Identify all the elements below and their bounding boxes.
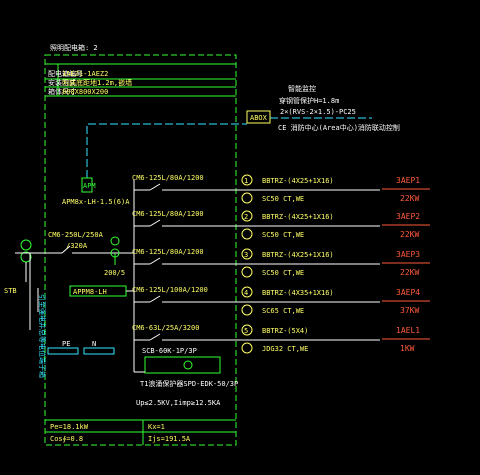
- circuit-note-icon: [241, 304, 253, 316]
- circuit-note: JDG32 CT,WE: [262, 345, 308, 353]
- footer-right: Ijs=191.5A: [148, 435, 191, 443]
- circuit-cable: BBTRZ-(4X25+1X16): [262, 213, 334, 221]
- terminal-label: APPM8-LH: [73, 288, 107, 296]
- footer-left: Cos∮=0.8: [50, 435, 83, 443]
- row-value: 800X800X200: [62, 88, 108, 96]
- spd-icon: [183, 360, 193, 370]
- circuit-tag: 3AEP2: [396, 212, 420, 221]
- circuit-breaker-switch: [149, 183, 161, 191]
- circuit-breaker-switch: [149, 257, 161, 265]
- footer-right: Kx=1: [148, 423, 165, 431]
- circuit-cable: BBTRZ-(4X25+1X16): [262, 177, 334, 185]
- row-value: 明装底距地1.2m,嵌墙: [62, 78, 132, 87]
- circuit-breaker: CM6-125L/100A/1200: [132, 286, 208, 294]
- circuit-kw: 37KW: [400, 306, 419, 315]
- spd-box: [144, 356, 221, 374]
- circuit-number: 4: [244, 289, 248, 297]
- meter-model: APM8x-LH-1.5(6)A: [62, 198, 130, 206]
- circuit-kw: 22KW: [400, 230, 419, 239]
- spd-spec: Up≤2.5KV,Iimp≥12.5KA: [136, 399, 221, 407]
- pe-label: PE: [62, 340, 70, 348]
- circuit-kw: 22KW: [400, 268, 419, 277]
- ct-icon: [110, 236, 120, 246]
- circuit-note: SC50 CT,WE: [262, 269, 304, 277]
- circuit-breaker: CM6-63L/25A/3200: [132, 324, 199, 332]
- n-busbar: [83, 347, 115, 355]
- ct-label: 200/5: [104, 269, 125, 277]
- stb-label: STB: [4, 287, 17, 295]
- panel-title: 照明配电箱: 2: [50, 43, 98, 52]
- circuit-breaker-switch: [149, 219, 161, 227]
- circuit-note-icon: [241, 228, 253, 240]
- circuit-cable: BBTRZ-(4X35+1X16): [262, 289, 334, 297]
- main-breaker-setting: /320A: [66, 242, 88, 250]
- spd-breaker: SCB-60K-1P/3P: [142, 347, 197, 355]
- circuit-tag: 3AEP4: [396, 288, 420, 297]
- circuit-breaker: CM6-125L/80A/1200: [132, 174, 204, 182]
- comm-line2: 2×(RVS-2×1.5)-PC25: [280, 108, 356, 116]
- circuit-number: 5: [244, 327, 248, 335]
- circuit-group: CM6-125L/80A/1200 1 BBTRZ-(4X25+1X16) SC50 …: [132, 174, 430, 354]
- main-breaker-label: CM6-250L/250A: [48, 231, 104, 239]
- circuit-kw: 1KW: [400, 344, 415, 353]
- comm-title: 智能监控: [288, 84, 316, 93]
- abox-label: ABOX: [250, 114, 268, 122]
- circuit-breaker: CM6-125L/80A/1200: [132, 210, 204, 218]
- circuit-note: SC50 CT,WE: [262, 195, 304, 203]
- circuit-breaker: CM6-125L/80A/1200: [132, 248, 204, 256]
- incoming-node-icon: [20, 239, 32, 251]
- grounding-label: 引至强电井总等电位端子箱: [38, 294, 47, 378]
- comm-line: [86, 123, 247, 178]
- circuit-tag: 3AEP3: [396, 250, 420, 259]
- circuit-note: SC65 CT,WE: [262, 307, 304, 315]
- circuit-cable: BBTRZ-(5X4): [262, 327, 308, 335]
- row-value: 1AEZ1-1AEZ2: [62, 70, 108, 78]
- circuit-note-icon: [241, 342, 253, 354]
- spd-model: T1浪涌保护器SPD-EDK-50/3P: [140, 379, 238, 388]
- circuit-tag: 1AEL1: [396, 326, 420, 335]
- circuit-note-icon: [241, 266, 253, 278]
- circuit-number: 1: [244, 177, 248, 185]
- comm-line1: 穿钢管保护H=1.8m: [279, 96, 339, 105]
- circuit-note-icon: [241, 192, 253, 204]
- footer-left: Pe=18.1kW: [50, 423, 89, 431]
- circuit-breaker-switch: [149, 295, 161, 303]
- comm-line3: CE 消防中心(Area中心)消防联动控制: [278, 123, 400, 132]
- circuit-tag: 3AEP1: [396, 176, 420, 185]
- pe-busbar: [47, 347, 79, 355]
- circuit-cable: BBTRZ-(4X25+1X16): [262, 251, 334, 259]
- circuit-number: 3: [244, 251, 248, 259]
- circuit-kw: 22KW: [400, 194, 419, 203]
- circuit-breaker-switch: [149, 333, 161, 341]
- n-label: N: [92, 340, 96, 348]
- circuit-number: 2: [244, 213, 248, 221]
- circuit-note: SC50 CT,WE: [262, 231, 304, 239]
- distribution-diagram: 照明配电箱: 2 配电箱编号 1AEZ1-1AEZ2 安装方式 明装底距地1.2…: [4, 43, 430, 446]
- meter-label: APM: [83, 182, 96, 190]
